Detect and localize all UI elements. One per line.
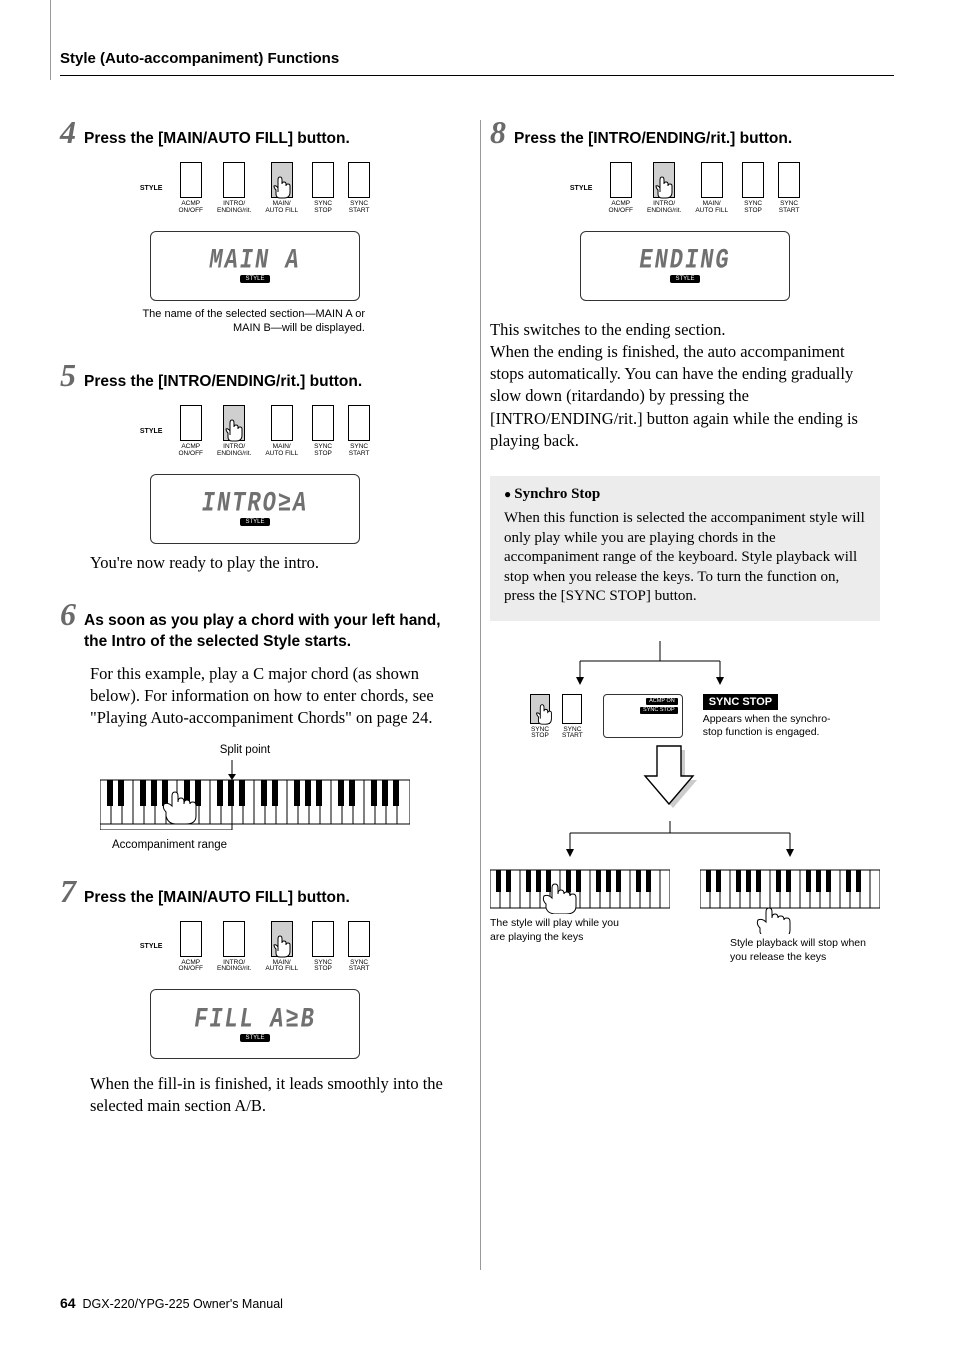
synchro-stop-body: When this function is selected the accom… xyxy=(504,509,866,607)
lcd-display: MAIN A STYLE xyxy=(150,231,360,301)
split-point-label: Split point xyxy=(40,744,450,756)
keyboard-figure: Split point xyxy=(100,744,450,851)
section-header: Style (Auto-accompaniment) Functions xyxy=(60,50,894,76)
accompaniment-range-label: Accompaniment range xyxy=(112,839,450,851)
step-5: 5 Press the [INTRO/ENDING/rit.] button. … xyxy=(60,359,450,574)
step-7: 7 Press the [MAIN/AUTO FILL] button. STY… xyxy=(60,875,450,1118)
step-body: This switches to the ending section. Whe… xyxy=(490,319,880,453)
step-body: You're now ready to play the intro. xyxy=(90,552,450,574)
step-8: 8 Press the [INTRO/ENDING/rit.] button. … xyxy=(490,116,880,452)
keyboard-playing-icon xyxy=(490,864,670,914)
step-number: 6 xyxy=(60,598,76,630)
down-arrow-icon xyxy=(490,740,880,818)
figure-caption: The name of the selected section—MAIN A … xyxy=(115,307,365,336)
step-body: When the fill-in is finished, it leads s… xyxy=(90,1073,450,1118)
keyboard-playing-caption: The style will play while you are playin… xyxy=(490,917,630,944)
step-title: As soon as you play a chord with your le… xyxy=(84,611,450,653)
step-number: 4 xyxy=(60,116,76,148)
step-number: 7 xyxy=(60,875,76,907)
step-title: Press the [MAIN/AUTO FILL] button. xyxy=(84,888,350,909)
synchro-stop-title: Synchro Stop xyxy=(504,486,866,503)
step-6: 6 As soon as you play a chord with your … xyxy=(60,598,450,851)
synchro-stop-figure: SYNC STOP SYNC START ACMP ON SYNC STOP S… xyxy=(490,641,880,965)
step-number: 8 xyxy=(490,116,506,148)
step-title: Press the [INTRO/ENDING/rit.] button. xyxy=(84,372,362,393)
step-title: Press the [MAIN/AUTO FILL] button. xyxy=(84,129,350,150)
page-footer: 64 DGX-220/YPG-225 Owner's Manual xyxy=(60,1295,283,1311)
keyboard-released-icon xyxy=(700,864,880,934)
button-panel-figure: STYLE ACMP ON/OFF INTRO/ ENDING/rit. MAI… xyxy=(115,162,395,335)
synchro-stop-note: Synchro Stop When this function is selec… xyxy=(490,476,880,621)
step-body: For this example, play a C major chord (… xyxy=(90,663,450,730)
keyboard-released-caption: Style playback will stop when you releas… xyxy=(730,937,870,964)
mini-lcd: ACMP ON SYNC STOP xyxy=(603,694,683,738)
step-4: 4 Press the [MAIN/AUTO FILL] button. STY… xyxy=(60,116,450,335)
sync-stop-appears-note: Appears when the synchro-stop function i… xyxy=(703,713,843,739)
sync-stop-badge: SYNC STOP xyxy=(703,694,778,710)
step-number: 5 xyxy=(60,359,76,391)
style-label: STYLE xyxy=(140,185,163,192)
step-title: Press the [INTRO/ENDING/rit.] button. xyxy=(514,129,792,150)
